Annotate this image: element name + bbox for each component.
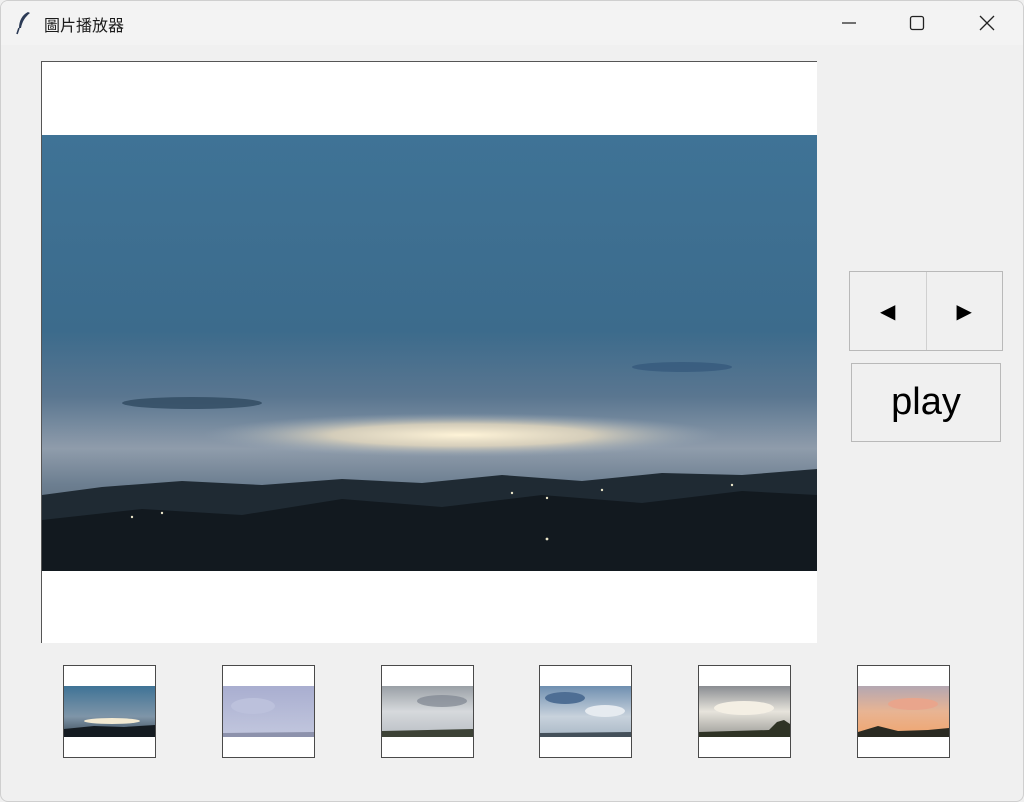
maximize-button[interactable]	[883, 1, 951, 45]
thumbnail-6[interactable]	[857, 665, 950, 758]
next-button[interactable]: ▶	[925, 272, 1003, 350]
thumbnail-image	[858, 686, 949, 737]
navigation-buttons: ◀ ▶	[849, 271, 1003, 351]
thumbnail-2[interactable]	[222, 665, 315, 758]
feather-icon	[16, 12, 30, 35]
thumbnail-image	[699, 686, 790, 737]
title-bar[interactable]: 圖片播放器	[1, 1, 1023, 45]
close-button[interactable]	[953, 1, 1021, 45]
app-window: 圖片播放器 ◀ ▶ play	[0, 0, 1024, 802]
image-viewer	[41, 61, 817, 643]
main-photo	[42, 135, 817, 571]
window-title: 圖片播放器	[44, 16, 125, 35]
previous-button[interactable]: ◀	[850, 272, 926, 350]
play-button[interactable]: play	[851, 363, 1001, 442]
thumbnail-4[interactable]	[539, 665, 632, 758]
minimize-button[interactable]	[815, 1, 883, 45]
maximize-icon	[909, 15, 925, 31]
minimize-icon	[842, 22, 856, 24]
close-icon	[979, 15, 995, 31]
thumbnail-1[interactable]	[63, 665, 156, 758]
thumbnail-image	[64, 686, 155, 737]
thumbnail-image	[223, 686, 314, 737]
thumbnail-3[interactable]	[381, 665, 474, 758]
thumbnail-image	[540, 686, 631, 737]
thumbnail-image	[382, 686, 473, 737]
thumbnail-5[interactable]	[698, 665, 791, 758]
